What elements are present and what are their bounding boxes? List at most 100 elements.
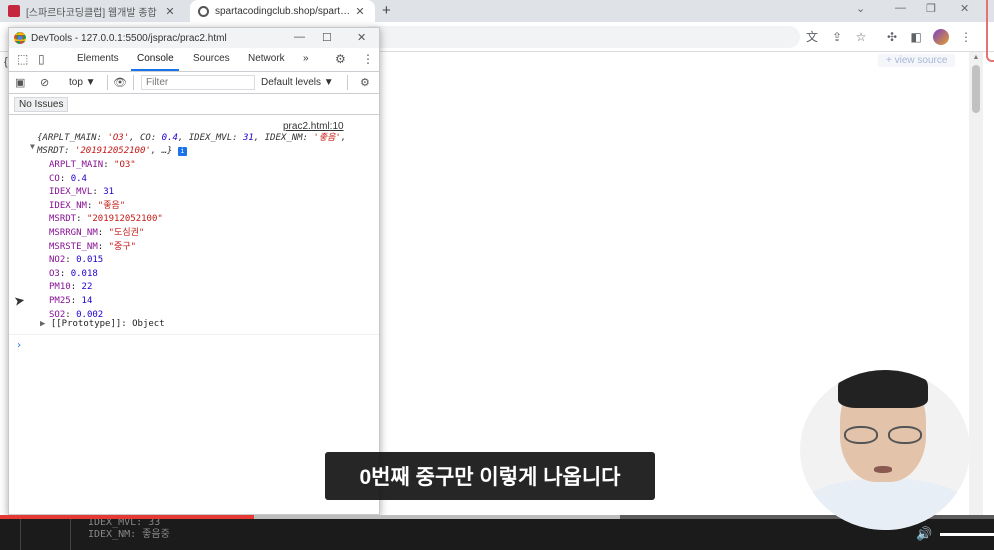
settings-gear-icon[interactable]: ⚙	[335, 52, 346, 66]
translate-icon[interactable]: 文	[804, 29, 820, 45]
info-icon[interactable]: i	[177, 147, 187, 156]
kebab-menu-icon[interactable]: ⋮	[958, 29, 974, 45]
console-prompt[interactable]: ›	[16, 340, 22, 351]
property-colon: :	[70, 295, 82, 306]
tab-console[interactable]: Console	[137, 53, 174, 64]
filter-input[interactable]: Filter	[141, 75, 255, 90]
summary-tail: , …}	[150, 146, 173, 156]
minimize-icon[interactable]: —	[895, 2, 906, 14]
window-close-icon[interactable]: ✕	[357, 31, 366, 44]
editor-gutter-line	[20, 515, 21, 550]
property-row[interactable]: PM10: 22	[49, 281, 163, 295]
restore-icon[interactable]: ❐	[926, 2, 936, 15]
summary-number-value: 0.4	[161, 133, 178, 143]
share-icon[interactable]: ⇪	[829, 29, 845, 45]
property-colon: :	[97, 241, 109, 252]
sidebar-toggle-icon[interactable]: ▣	[15, 76, 25, 89]
summary-key: MSRDT:	[37, 146, 75, 156]
browser-tab-1[interactable]: [스파르타코딩클럽] 웹개발 종합 ✕	[0, 0, 185, 22]
device-toolbar-icon[interactable]: ▯	[38, 52, 45, 66]
toolbar-divider	[107, 75, 108, 90]
summary-number-value: 31	[242, 133, 254, 143]
lens	[844, 426, 878, 444]
property-row[interactable]: MSRDT: "201912052100"	[49, 213, 163, 227]
scrollbar-thumb[interactable]	[972, 65, 980, 113]
devtools-title-bar: DevTools - 127.0.0.1:5500/jsprac/prac2.h…	[9, 28, 379, 48]
active-tab-indicator	[131, 69, 179, 71]
profile-avatar[interactable]	[933, 29, 949, 45]
property-row[interactable]: MSRSTE_NM: "중구"	[49, 241, 163, 255]
prototype-label: [[Prototype]]: Object	[50, 319, 165, 329]
log-levels-dropdown[interactable]: Default levels ▼	[261, 77, 334, 88]
property-row[interactable]: ARPLT_MAIN: "O3"	[49, 159, 163, 173]
expand-triangle-icon[interactable]: ▶	[40, 319, 45, 329]
property-key: IDEX_MVL	[49, 187, 93, 198]
property-row[interactable]: PM25: 14	[49, 295, 163, 309]
overlay-frame-edge	[986, 0, 994, 62]
extensions-icon[interactable]: ✣	[884, 29, 900, 45]
property-key: PM10	[49, 282, 71, 293]
property-value: 14	[81, 295, 93, 306]
view-source-button[interactable]: + view source	[878, 54, 956, 67]
property-key: MSRDT	[49, 214, 77, 225]
toolbar-divider	[133, 75, 134, 90]
minimize-icon[interactable]: —	[294, 31, 305, 43]
object-summary[interactable]: {ARPLT_MAIN: 'O3', CO: 0.4, IDEX_MVL: 31…	[37, 132, 367, 158]
page-scrollbar[interactable]: ▲	[969, 52, 983, 518]
prototype-row[interactable]: ▶ [[Prototype]]: Object	[40, 319, 165, 329]
browser-tab-strip: [스파르타코딩클럽] 웹개발 종합 ✕ spartacodingclub.sho…	[0, 0, 994, 22]
property-colon: :	[76, 214, 87, 225]
underlying-editor-text: IDEX_MVL: 33 IDEX_NM: 좋음중	[88, 517, 170, 541]
kebab-menu-icon[interactable]: ⋮	[362, 52, 374, 66]
issues-button[interactable]: No Issues	[14, 97, 69, 112]
screen: [스파르타코딩클럽] 웹개발 종합 ✕ spartacodingclub.sho…	[0, 0, 994, 550]
lens	[888, 426, 922, 444]
tab-sources[interactable]: Sources	[193, 53, 230, 64]
bookmark-favicon-icon	[8, 5, 20, 17]
property-key: MSRRGN_NM	[49, 227, 98, 238]
tab-network[interactable]: Network	[248, 53, 285, 64]
property-row[interactable]: CO: 0.4	[49, 173, 163, 187]
inspect-element-icon[interactable]: ⬚	[17, 52, 28, 66]
expand-triangle-icon[interactable]: ▼	[30, 142, 35, 151]
property-row[interactable]: IDEX_NM: "좋음"	[49, 200, 163, 214]
summary-key: , CO:	[129, 133, 162, 143]
property-row[interactable]: MSRRGN_NM: "도심권"	[49, 227, 163, 241]
property-row[interactable]: IDEX_MVL: 31	[49, 186, 163, 200]
property-value: "좋음"	[97, 200, 126, 211]
browser-tab-2[interactable]: spartacodingclub.shop/sparta_a ✕	[190, 0, 375, 22]
more-tabs-button[interactable]: »	[303, 53, 309, 64]
eye-icon[interactable]: 👁	[113, 76, 127, 89]
clear-console-icon[interactable]: ⊘	[40, 76, 49, 89]
close-icon[interactable]: ✕	[163, 5, 177, 18]
property-colon: :	[97, 227, 109, 238]
source-link[interactable]: prac2.html:10	[283, 121, 344, 132]
window-close-icon[interactable]: ✕	[960, 2, 969, 15]
scroll-up-icon[interactable]: ▲	[969, 54, 983, 61]
volume-slider[interactable]	[940, 533, 994, 536]
summary-line-1: {ARPLT_MAIN: 'O3', CO: 0.4, IDEX_MVL: 31…	[37, 132, 367, 145]
presenter-webcam	[800, 370, 970, 530]
context-selector[interactable]: top ▼	[69, 77, 96, 88]
console-settings-icon[interactable]: ⚙	[360, 76, 370, 89]
restore-icon[interactable]: ☐	[322, 31, 332, 44]
presenter-hair	[838, 370, 928, 408]
property-row[interactable]: O3: 0.018	[49, 268, 163, 282]
property-value: 0.018	[70, 268, 98, 279]
property-key: IDEX_NM	[49, 200, 87, 211]
property-row[interactable]: NO2: 0.015	[49, 254, 163, 268]
context-label: top	[69, 77, 83, 88]
star-icon[interactable]: ☆	[853, 29, 869, 45]
progress-buffered	[254, 515, 620, 519]
side-panel-icon[interactable]: ◧	[908, 29, 924, 45]
omnibox[interactable]	[360, 26, 800, 48]
property-value: "도심권"	[108, 227, 145, 238]
devtools-tab-bar: ⬚ ▯ Elements Console Sources Network » ⚙…	[9, 48, 379, 72]
tab-elements[interactable]: Elements	[77, 53, 119, 64]
property-value: 0.015	[76, 255, 104, 266]
new-tab-icon[interactable]: +	[382, 2, 391, 19]
property-value: 0.4	[70, 173, 87, 184]
close-icon[interactable]: ✕	[353, 5, 367, 18]
chevron-down-icon[interactable]: ⌄	[856, 2, 865, 15]
tab-title: spartacodingclub.shop/sparta_a	[215, 5, 353, 17]
